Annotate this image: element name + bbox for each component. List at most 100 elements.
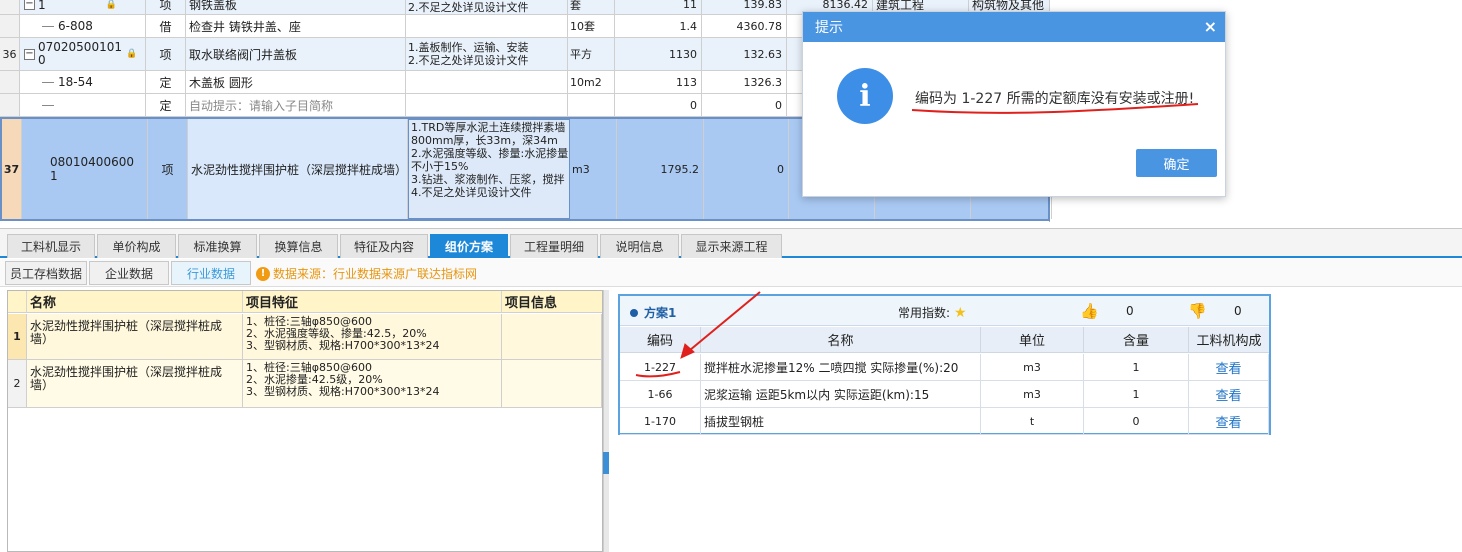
subtab-enterprise-data[interactable]: 企业数据 <box>89 261 169 285</box>
row-price: 1326.3 <box>702 71 787 93</box>
row-quantity: 1130 <box>615 38 702 70</box>
row-name: 水泥劲性搅拌围护桩（深层搅拌桩成墙） <box>188 119 408 219</box>
subtab-employee-data[interactable]: 员工存档数据 <box>5 261 87 285</box>
plan-title: 方案1 <box>630 304 676 321</box>
column-header-info: 项目信息 <box>502 291 602 313</box>
row-category: 借 <box>146 15 186 37</box>
row-unit: 平方 <box>568 38 615 70</box>
table-row[interactable]: 1-66 泥浆运输 运距5km以内 实际运距(km):15 m3 1 查看 <box>620 381 1269 408</box>
column-header-material: 工料机构成 <box>1189 327 1269 353</box>
row-category: 项 <box>146 38 186 70</box>
row-price: 139.83 <box>702 0 787 14</box>
view-link[interactable]: 查看 <box>1189 354 1269 380</box>
row-index <box>0 71 20 93</box>
row-name: 水泥劲性搅拌围护桩（深层搅拌桩成墙） <box>27 360 243 407</box>
plan-header: 方案1 常用指数: ★ 👍 0 👎 0 <box>620 296 1269 326</box>
row-price: 0 <box>702 94 787 116</box>
row-code: 080104006001 🔒 <box>22 119 148 219</box>
row-price: 0 <box>704 119 789 219</box>
row-code: 1-170 <box>620 408 701 434</box>
industry-data-table: 名称 项目特征 项目信息 1 水泥劲性搅拌围护桩（深层搅拌桩成墙） 1、桩径:三… <box>7 290 603 552</box>
tab-features[interactable]: 特征及内容 <box>340 234 428 258</box>
row-code: 1-227 <box>620 354 701 380</box>
row-price: 4360.78 <box>702 15 787 37</box>
row-index <box>0 0 20 14</box>
tab-description[interactable]: 说明信息 <box>600 234 679 258</box>
table-row[interactable]: 1-170 插拔型钢桩 t 0 查看 <box>620 408 1269 435</box>
row-quantity: 1 <box>1084 381 1189 407</box>
like-count: 0 <box>1126 304 1134 318</box>
row-feature: 1.TRD等厚水泥土连续搅拌素墙800mm厚，长33m，深34m 2.水泥强度等… <box>408 119 570 219</box>
tree-branch-icon <box>42 104 54 106</box>
lock-icon: 🔒 <box>105 0 117 10</box>
warning-icon: ! <box>256 266 270 281</box>
data-source-notice: ! 数据来源：行业数据来源广联达指标网 <box>256 265 477 282</box>
tab-standard-conversion[interactable]: 标准换算 <box>178 234 257 258</box>
row-index <box>0 94 20 116</box>
row-feature: 1、桩径:三轴φ850@600 2、水泥强度等级、掺量:42.5，20% 3、型… <box>243 314 502 359</box>
row-feature: 1.盖板制作、运输、安装 2.不足之处详见设计文件 <box>406 38 568 70</box>
column-header-code: 编码 <box>620 327 701 353</box>
header-corner <box>8 291 27 313</box>
row-code <box>20 94 146 116</box>
tab-source-project[interactable]: 显示来源工程 <box>681 234 782 258</box>
column-header-unit: 单位 <box>981 327 1084 353</box>
star-icon: ★ <box>954 304 967 321</box>
row-feature <box>406 15 568 37</box>
thumbs-down-icon[interactable]: 👎 <box>1188 302 1207 320</box>
row-name: 木盖板 圆形 <box>186 71 406 93</box>
thumbs-up-icon[interactable]: 👍 <box>1080 302 1099 320</box>
close-icon[interactable]: × <box>1204 17 1217 36</box>
row-feature <box>406 71 568 93</box>
row-name: 取水联络阀门井盖板 <box>186 38 406 70</box>
dialog-title: 提示 <box>803 12 1225 42</box>
tree-branch-icon <box>42 25 54 27</box>
row-quantity: 113 <box>615 71 702 93</box>
row-feature: 1、桩径:三轴φ850@600 2、水泥掺量:42.5级，20% 3、型钢材质、… <box>243 360 502 407</box>
row-category: 定 <box>146 71 186 93</box>
tab-unit-price[interactable]: 单价构成 <box>97 234 176 258</box>
row-index: 2 <box>8 360 27 407</box>
bullet-icon <box>630 308 638 317</box>
tab-quantity-detail[interactable]: 工程量明细 <box>510 234 598 258</box>
row-name: 水泥劲性搅拌围护桩（深层搅拌桩成墙） <box>27 314 243 359</box>
row-name: 检查井 铸铁井盖、座 <box>186 15 406 37</box>
row-unit <box>568 94 615 116</box>
row-category: 项 <box>148 119 188 219</box>
panel-splitter[interactable] <box>603 290 609 552</box>
collapse-icon[interactable]: − <box>24 0 35 10</box>
dislike-count: 0 <box>1234 304 1242 318</box>
app-window: −1 🔒 项 钢铁盖板 2.不足之处详见设计文件 套 11 139.83 8136… <box>0 0 1462 552</box>
dialog-message: 编码为 1-227 所需的定额库没有安装或注册! <box>915 91 1195 107</box>
ok-button[interactable]: 确定 <box>1136 149 1217 177</box>
splitter-handle[interactable] <box>603 452 609 474</box>
table-row[interactable]: 2 水泥劲性搅拌围护桩（深层搅拌桩成墙） 1、桩径:三轴φ850@600 2、水… <box>8 360 602 408</box>
view-link[interactable]: 查看 <box>1189 381 1269 407</box>
row-index: 36 <box>0 38 20 70</box>
column-header-name: 名称 <box>701 327 981 353</box>
row-category: 定 <box>146 94 186 116</box>
row-feature <box>406 94 568 116</box>
row-unit: m3 <box>981 354 1084 380</box>
row-unit: 10套 <box>568 15 615 37</box>
column-header-name: 名称 <box>27 291 243 313</box>
table-row[interactable]: 1 水泥劲性搅拌围护桩（深层搅拌桩成墙） 1、桩径:三轴φ850@600 2、水… <box>8 314 602 360</box>
row-index <box>0 15 20 37</box>
column-header-feature: 项目特征 <box>243 291 502 313</box>
row-quantity: 1795.2 <box>617 119 704 219</box>
collapse-icon[interactable]: − <box>24 48 35 60</box>
row-unit: t <box>981 408 1084 434</box>
tab-pricing-plan[interactable]: 组价方案 <box>430 234 508 258</box>
row-code: −1 🔒 <box>20 0 146 14</box>
table-row[interactable]: 1-227 搅拌桩水泥掺量12% 二喷四搅 实际掺量(%):20 m3 1 查看 <box>620 354 1269 381</box>
row-index: 1 <box>8 314 27 359</box>
info-icon: i <box>837 68 893 124</box>
subtab-industry-data[interactable]: 行业数据 <box>171 261 251 285</box>
row-quantity: 11 <box>615 0 702 14</box>
tab-conversion-info[interactable]: 换算信息 <box>259 234 338 258</box>
column-header-qty: 含量 <box>1084 327 1189 353</box>
row-quantity: 0 <box>615 94 702 116</box>
tab-material-display[interactable]: 工料机显示 <box>7 234 95 258</box>
view-link[interactable]: 查看 <box>1189 408 1269 434</box>
row-name-hint[interactable]: 自动提示：请输入子目简称 <box>186 94 406 116</box>
